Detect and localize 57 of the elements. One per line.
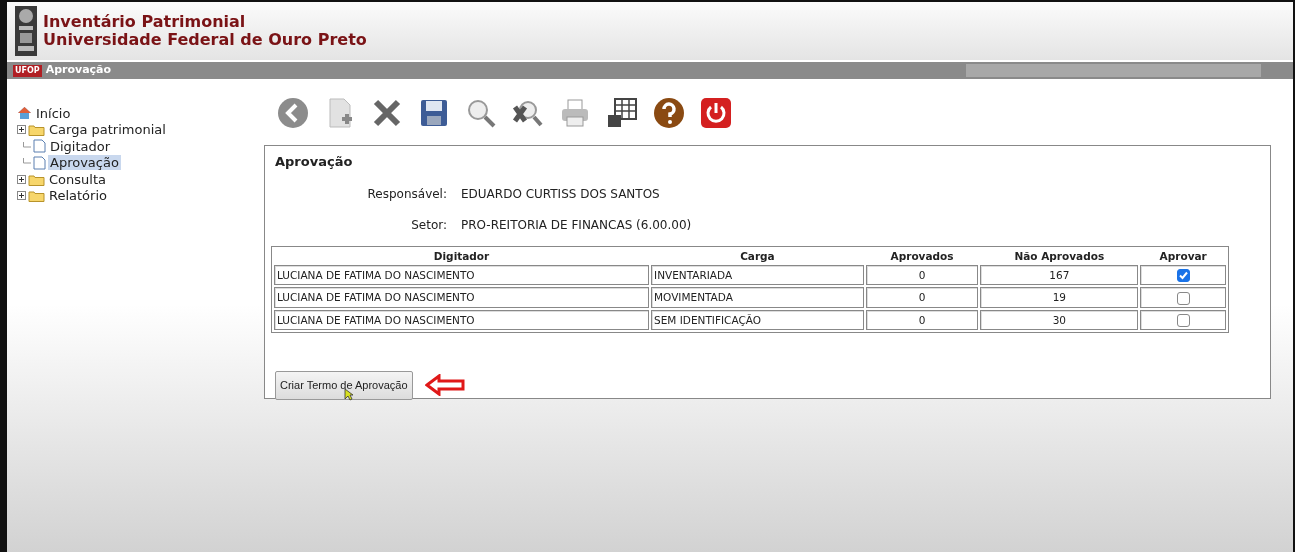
tree-item[interactable]: Digitador	[48, 138, 113, 154]
tree-item[interactable]: Início	[34, 105, 73, 121]
column-header: Aprovados	[889, 248, 955, 263]
column-header: Não Aprovados	[1013, 248, 1106, 263]
table-cell: SEM IDENTIFICAÇÃO	[651, 309, 864, 330]
checkbox[interactable]	[1176, 314, 1190, 327]
tree-line-icon	[23, 141, 31, 151]
ufop-badge: UFOP	[13, 64, 42, 77]
delete-icon[interactable]	[371, 97, 403, 129]
expand-icon	[17, 125, 26, 135]
field-label: Setor:	[410, 216, 448, 234]
search-icon[interactable]	[465, 97, 497, 129]
back-icon[interactable]	[277, 97, 309, 129]
table-cell: LUCIANA DE FATIMA DO NASCIMENTO	[274, 309, 650, 330]
folder-icon	[28, 123, 45, 137]
home-icon	[17, 106, 32, 121]
table-cell: 0	[865, 287, 979, 308]
table-cell: LUCIANA DE FATIMA DO NASCIMENTO	[274, 287, 650, 308]
annotation-arrow-icon	[424, 374, 467, 397]
page-icon	[33, 155, 46, 170]
university-name: Universidade Federal de Ouro Preto	[43, 31, 367, 49]
folder-icon	[28, 172, 45, 186]
table-cell: LUCIANA DE FATIMA DO NASCIMENTO	[274, 264, 650, 285]
tree-item[interactable]: Carga patrimonial	[47, 122, 168, 138]
table-cell: 19	[980, 287, 1139, 308]
page-icon	[33, 139, 46, 154]
table-cell: 30	[980, 309, 1139, 330]
checkbox[interactable]	[1176, 291, 1190, 305]
help-icon[interactable]	[653, 97, 685, 129]
table-cell: INVENTARIADA	[651, 264, 864, 285]
checkbox[interactable]	[1176, 269, 1190, 282]
expand-icon	[17, 191, 26, 201]
table-save-icon[interactable]	[606, 97, 638, 129]
table-cell: 0	[865, 309, 979, 330]
page-title: Aprovação	[45, 62, 112, 79]
university-logo	[15, 6, 37, 56]
table-cell: 167	[980, 264, 1139, 285]
app-title: Inventário Patrimonial	[43, 13, 247, 31]
field-label: Responsável:	[366, 185, 448, 203]
save-icon[interactable]	[418, 97, 450, 129]
column-header: Carga	[739, 248, 776, 263]
mouse-cursor-icon	[344, 388, 354, 401]
column-header: Aprovar	[1158, 248, 1208, 263]
column-header: Digitador	[432, 248, 491, 263]
power-icon[interactable]	[700, 97, 732, 129]
table-cell: MOVIMENTADA	[651, 287, 864, 308]
field-value: EDUARDO CURTISS DOS SANTOS	[461, 185, 660, 203]
expand-icon	[17, 174, 26, 184]
table-cell: 0	[865, 264, 979, 285]
panel-title: Aprovação	[275, 153, 354, 171]
tree-item[interactable]: Aprovação	[48, 155, 121, 171]
tree-item[interactable]: Consulta	[47, 171, 108, 187]
print-icon[interactable]	[559, 97, 591, 129]
folder-icon	[28, 189, 45, 203]
create-term-button[interactable]: Criar Termo de Aprovação	[275, 371, 413, 400]
field-value: PRO-REITORIA DE FINANCAS (6.00.00)	[461, 216, 692, 234]
tree-item[interactable]: Relatório	[47, 188, 109, 204]
